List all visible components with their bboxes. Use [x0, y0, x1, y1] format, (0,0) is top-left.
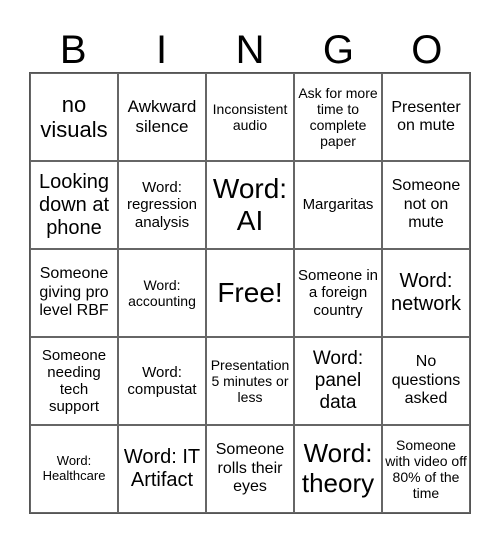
bingo-cell[interactable]: No questions asked — [382, 337, 470, 425]
bingo-cell[interactable]: Someone rolls their eyes — [206, 425, 294, 513]
bingo-cell[interactable]: no visuals — [30, 73, 118, 161]
header-letter-n: N — [235, 28, 265, 72]
bingo-cell[interactable]: Word: network — [382, 249, 470, 337]
bingo-cell[interactable]: Word: IT Artifact — [118, 425, 206, 513]
bingo-cell[interactable]: Word: panel data — [294, 337, 382, 425]
header-letter-g: G — [322, 28, 354, 72]
bingo-cell[interactable]: Word: theory — [294, 425, 382, 513]
bingo-cell[interactable]: Presenter on mute — [382, 73, 470, 161]
bingo-header: B I N G O — [29, 30, 471, 70]
bingo-cell[interactable]: Someone with video off 80% of the time — [382, 425, 470, 513]
header-letter-o: O — [411, 28, 443, 72]
bingo-cell[interactable]: Word: accounting — [118, 249, 206, 337]
bingo-cell[interactable]: Word: AI — [206, 161, 294, 249]
bingo-grid: no visuals Awkward silence Inconsistent … — [29, 72, 471, 514]
bingo-cell[interactable]: Looking down at phone — [30, 161, 118, 249]
bingo-cell[interactable]: Awkward silence — [118, 73, 206, 161]
bingo-cell[interactable]: Word: compustat — [118, 337, 206, 425]
bingo-cell[interactable]: Margaritas — [294, 161, 382, 249]
bingo-cell[interactable]: Someone in a foreign country — [294, 249, 382, 337]
bingo-cell[interactable]: Presentation 5 minutes or less — [206, 337, 294, 425]
header-letter-i: I — [156, 28, 168, 72]
free-space-cell[interactable]: Free! — [206, 249, 294, 337]
bingo-cell[interactable]: Inconsistent audio — [206, 73, 294, 161]
bingo-cell[interactable]: Someone not on mute — [382, 161, 470, 249]
bingo-cell[interactable]: Someone needing tech support — [30, 337, 118, 425]
bingo-cell[interactable]: Word: regression analysis — [118, 161, 206, 249]
header-letter-b: B — [59, 28, 87, 72]
bingo-cell[interactable]: Someone giving pro level RBF — [30, 249, 118, 337]
bingo-cell[interactable]: Ask for more time to complete paper — [294, 73, 382, 161]
bingo-cell[interactable]: Word: Healthcare — [30, 425, 118, 513]
